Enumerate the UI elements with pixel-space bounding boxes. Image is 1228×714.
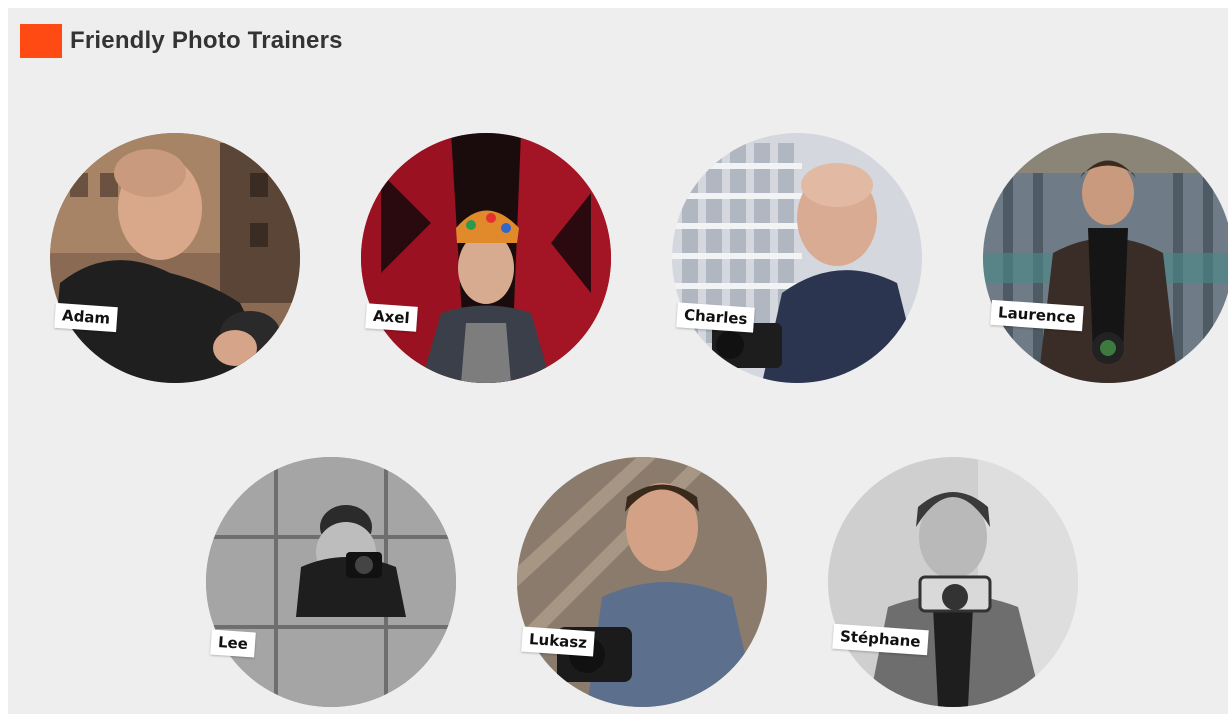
trainer-photo-charles[interactable] bbox=[672, 133, 922, 383]
trainer-name-axel[interactable]: Axel bbox=[365, 303, 418, 332]
trainer-card-charles[interactable]: Charles bbox=[672, 133, 922, 383]
trainer-card-lukasz[interactable]: Lukasz bbox=[517, 457, 767, 707]
trainer-photo-adam[interactable] bbox=[50, 133, 300, 383]
trainer-card-laurence[interactable]: Laurence bbox=[983, 133, 1228, 383]
section-header: Friendly Photo Trainers bbox=[20, 24, 343, 58]
trainer-name-adam[interactable]: Adam bbox=[54, 302, 118, 333]
trainer-card-stephane[interactable]: Stéphane bbox=[828, 457, 1078, 707]
trainer-photo-axel[interactable] bbox=[361, 133, 611, 383]
trainer-photo-lukasz[interactable] bbox=[517, 457, 767, 707]
trainer-name-stephane[interactable]: Stéphane bbox=[832, 623, 929, 656]
trainer-card-lee[interactable]: Lee bbox=[206, 457, 456, 707]
trainer-photo-lee[interactable] bbox=[206, 457, 456, 707]
trainer-photo-laurence[interactable] bbox=[983, 133, 1228, 383]
section-title: Friendly Photo Trainers bbox=[70, 27, 343, 54]
trainer-card-axel[interactable]: Axel bbox=[361, 133, 611, 383]
trainer-name-lee[interactable]: Lee bbox=[210, 629, 256, 658]
trainer-name-lukasz[interactable]: Lukasz bbox=[521, 626, 595, 657]
trainer-card-adam[interactable]: Adam bbox=[50, 133, 300, 383]
trainers-panel: Friendly Photo Trainers Adam Axel Charle… bbox=[8, 8, 1228, 714]
accent-square bbox=[20, 24, 62, 58]
trainer-name-charles[interactable]: Charles bbox=[676, 302, 756, 333]
trainer-photo-stephane[interactable] bbox=[828, 457, 1078, 707]
